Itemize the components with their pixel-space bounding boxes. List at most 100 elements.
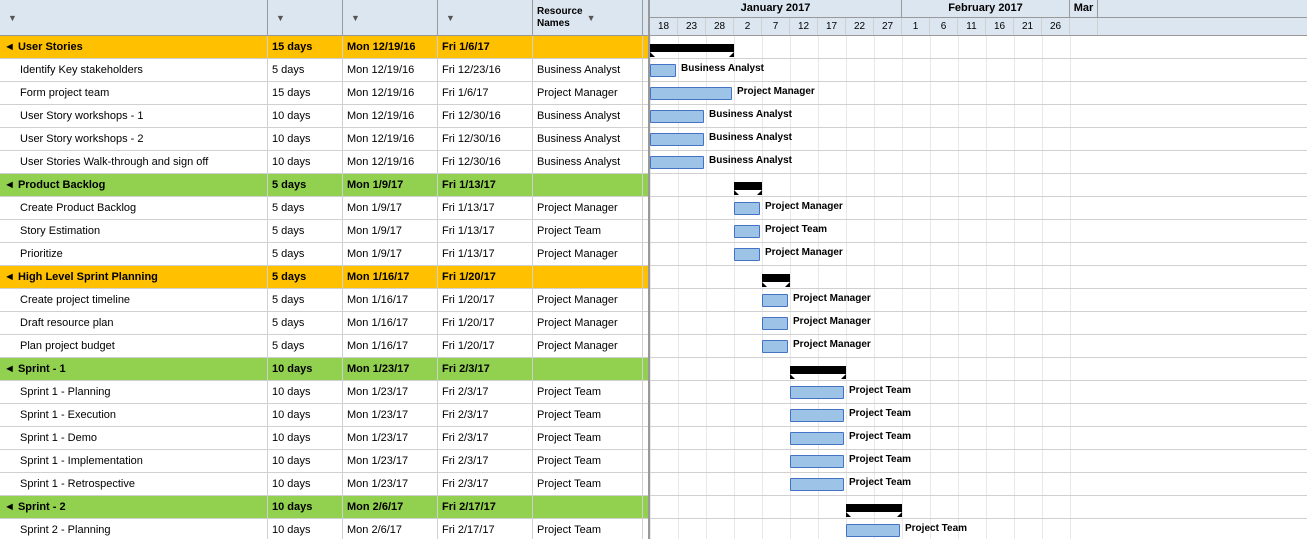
gantt-grid-line [902, 197, 903, 219]
gantt-row: Business Analyst [650, 59, 1307, 82]
gantt-grid-line [986, 358, 987, 380]
table-row[interactable]: Prioritize5 daysMon 1/9/17Fri 1/13/17Pro… [0, 243, 648, 266]
gantt-grid-line [958, 496, 959, 518]
table-row[interactable]: Sprint 1 - Retrospective10 daysMon 1/23/… [0, 473, 648, 496]
gantt-grid-line [930, 473, 931, 495]
table-row[interactable]: ◄ Product Backlog5 daysMon 1/9/17Fri 1/1… [0, 174, 648, 197]
col-header-duration[interactable]: ▼ [268, 0, 343, 35]
col-header-task-name[interactable]: ▼ [0, 0, 268, 35]
table-data-rows: ◄ User Stories15 daysMon 12/19/16Fri 1/6… [0, 36, 648, 539]
gantt-grid-line [650, 358, 651, 380]
gantt-grid-line [706, 427, 707, 449]
table-row[interactable]: ◄ Sprint - 210 daysMon 2/6/17Fri 2/17/17 [0, 496, 648, 519]
gantt-grid-line [902, 151, 903, 173]
task-name-sort-icon[interactable]: ▼ [8, 13, 17, 23]
gantt-grid-line [762, 519, 763, 539]
table-row[interactable]: Sprint 2 - Planning10 daysMon 2/6/17Fri … [0, 519, 648, 539]
gantt-bar-label: Project Manager [765, 201, 843, 212]
gantt-days-row: 18232827121722271611162126 [650, 18, 1307, 35]
cell-duration: 10 days [268, 381, 343, 403]
table-row[interactable]: User Stories Walk-through and sign off10… [0, 151, 648, 174]
gantt-row: Project Team [650, 427, 1307, 450]
gantt-grid-line [762, 174, 763, 196]
gantt-row: Project Manager [650, 243, 1307, 266]
gantt-grid-line [818, 128, 819, 150]
gantt-grid-line [678, 266, 679, 288]
table-row[interactable]: Story Estimation5 daysMon 1/9/17Fri 1/13… [0, 220, 648, 243]
table-row[interactable]: Sprint 1 - Planning10 daysMon 1/23/17Fri… [0, 381, 648, 404]
table-row[interactable]: Identify Key stakeholders5 daysMon 12/19… [0, 59, 648, 82]
gantt-grid-line [986, 59, 987, 81]
finish-sort-icon[interactable]: ▼ [446, 13, 455, 23]
cell-resource [533, 358, 643, 380]
gantt-panel[interactable]: January 2017February 2017Mar182328271217… [650, 0, 1307, 539]
table-row[interactable]: Create project timeline5 daysMon 1/16/17… [0, 289, 648, 312]
gantt-task-bar [734, 202, 760, 215]
gantt-task-bar [650, 64, 676, 77]
table-row[interactable]: Draft resource plan5 daysMon 1/16/17Fri … [0, 312, 648, 335]
cell-start: Mon 12/19/16 [343, 105, 438, 127]
gantt-grid-line [790, 289, 791, 311]
gantt-grid-line [874, 358, 875, 380]
table-row[interactable]: Create Product Backlog5 daysMon 1/9/17Fr… [0, 197, 648, 220]
gantt-grid-line [1070, 519, 1071, 539]
gantt-grid-line [958, 473, 959, 495]
cell-duration: 5 days [268, 312, 343, 334]
table-row[interactable]: ◄ High Level Sprint Planning5 daysMon 1/… [0, 266, 648, 289]
gantt-grid-line [902, 59, 903, 81]
gantt-grid-line [1042, 59, 1043, 81]
table-row[interactable]: Sprint 1 - Demo10 daysMon 1/23/17Fri 2/3… [0, 427, 648, 450]
gantt-grid-line [762, 473, 763, 495]
cell-duration: 5 days [268, 174, 343, 196]
gantt-grid-line [650, 312, 651, 334]
col-header-start[interactable]: ▼ [343, 0, 438, 35]
gantt-grid-line [706, 289, 707, 311]
gantt-group-left-arrow [846, 512, 851, 517]
table-row[interactable]: ◄ Sprint - 110 daysMon 1/23/17Fri 2/3/17 [0, 358, 648, 381]
cell-start: Mon 1/9/17 [343, 197, 438, 219]
start-sort-icon[interactable]: ▼ [351, 13, 360, 23]
table-header: ▼ ▼ ▼ ▼ ResourceNames ▼ [0, 0, 648, 36]
gantt-day-label [1070, 18, 1098, 35]
gantt-grid-line [902, 36, 903, 58]
cell-start: Mon 1/23/17 [343, 473, 438, 495]
gantt-grid-line [846, 404, 847, 426]
gantt-group-left-arrow [790, 374, 795, 379]
cell-start: Mon 12/19/16 [343, 82, 438, 104]
gantt-grid-line [678, 312, 679, 334]
gantt-grid-line [706, 519, 707, 539]
gantt-bar-label: Project Manager [793, 316, 871, 327]
gantt-grid-line [762, 404, 763, 426]
gantt-grid-line [650, 289, 651, 311]
gantt-group-right-arrow [785, 282, 790, 287]
table-row[interactable]: ◄ User Stories15 daysMon 12/19/16Fri 1/6… [0, 36, 648, 59]
resource-sort-icon[interactable]: ▼ [587, 13, 596, 23]
table-row[interactable]: User Story workshops - 210 daysMon 12/19… [0, 128, 648, 151]
col-header-finish[interactable]: ▼ [438, 0, 533, 35]
cell-duration: 10 days [268, 404, 343, 426]
gantt-group-bar [790, 366, 846, 374]
cell-task-name: ◄ High Level Sprint Planning [0, 266, 268, 288]
gantt-grid-line [678, 174, 679, 196]
gantt-grid-line [734, 427, 735, 449]
gantt-grid-line [650, 519, 651, 539]
table-row[interactable]: Form project team15 daysMon 12/19/16Fri … [0, 82, 648, 105]
table-row[interactable]: Sprint 1 - Implementation10 daysMon 1/23… [0, 450, 648, 473]
gantt-bar-label: Project Team [905, 523, 967, 534]
gantt-grid-line [846, 473, 847, 495]
gantt-grid-line [678, 381, 679, 403]
gantt-grid-line [706, 496, 707, 518]
table-row[interactable]: Plan project budget5 daysMon 1/16/17Fri … [0, 335, 648, 358]
gantt-grid-line [986, 266, 987, 288]
cell-duration: 15 days [268, 36, 343, 58]
gantt-group-bar [762, 274, 790, 282]
gantt-grid-line [874, 105, 875, 127]
gantt-grid-line [1042, 128, 1043, 150]
cell-task-name: Draft resource plan [0, 312, 268, 334]
duration-sort-icon[interactable]: ▼ [276, 13, 285, 23]
cell-start: Mon 1/23/17 [343, 404, 438, 426]
cell-finish: Fri 2/3/17 [438, 450, 533, 472]
gantt-group-right-arrow [729, 52, 734, 57]
table-row[interactable]: User Story workshops - 110 daysMon 12/19… [0, 105, 648, 128]
table-row[interactable]: Sprint 1 - Execution10 daysMon 1/23/17Fr… [0, 404, 648, 427]
